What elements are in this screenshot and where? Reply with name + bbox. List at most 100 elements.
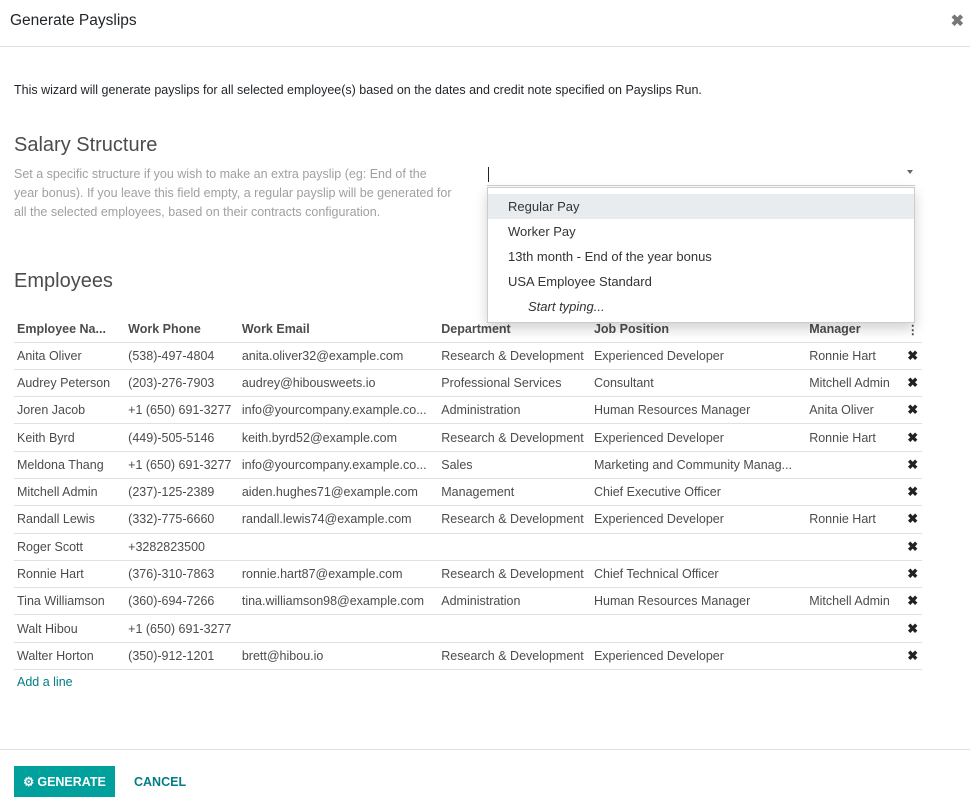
cell-department[interactable]: Research & Development [438,342,591,370]
cell-employee-name[interactable]: Roger Scott [14,533,126,561]
column-header-employee[interactable]: Employee Na... [14,317,126,343]
cell-department[interactable]: Research & Development [438,642,591,671]
close-icon[interactable]: ✖ [951,11,964,31]
cell-work-email[interactable]: audrey@hibousweets.io [238,369,439,398]
dropdown-arrow-icon[interactable] [907,170,913,174]
cell-employee-name[interactable]: Joren Jacob [14,396,126,425]
cell-department[interactable]: Sales [438,451,591,479]
cell-work-phone[interactable]: (332)-775-6660 [125,505,239,534]
cell-work-phone[interactable]: (449)-505-5146 [125,423,239,452]
cell-employee-name[interactable]: Walter Horton [14,642,126,671]
cell-manager[interactable]: Ronnie Hart [806,505,904,534]
cell-manager[interactable] [806,451,904,479]
cell-department[interactable]: Research & Development [438,560,591,589]
cell-manager[interactable] [806,560,904,589]
cell-manager[interactable]: Ronnie Hart [806,423,904,452]
cell-department[interactable]: Administration [438,587,591,616]
cell-job-position[interactable]: Chief Executive Officer [590,478,807,507]
cell-employee-name[interactable]: Anita Oliver [14,342,126,370]
cell-manager[interactable]: Mitchell Admin [806,587,904,616]
cell-work-phone[interactable]: (237)-125-2389 [125,478,239,507]
delete-row-icon[interactable]: ✖ [903,533,922,561]
cell-department[interactable]: Professional Services [438,369,591,398]
cell-work-phone[interactable]: (376)-310-7863 [125,560,239,589]
cell-work-email[interactable]: anita.oliver32@example.com [238,342,439,370]
cell-job-position[interactable]: Marketing and Community Manag... [590,451,807,479]
cell-job-position[interactable] [590,614,807,643]
cell-job-position[interactable]: Human Resources Manager [590,587,807,616]
cell-employee-name[interactable]: Ronnie Hart [14,560,126,589]
cell-work-email[interactable]: info@yourcompany.example.co... [238,451,439,479]
add-line-link[interactable]: Add a line [17,675,73,689]
cell-employee-name[interactable]: Keith Byrd [14,423,126,452]
cell-employee-name[interactable]: Audrey Peterson [14,369,126,398]
dropdown-option[interactable]: Regular Pay [488,194,914,219]
cell-department[interactable]: Administration [438,396,591,425]
generate-button[interactable]: ⚙ GENERATE [14,766,115,797]
delete-row-icon[interactable]: ✖ [903,614,922,643]
cell-manager[interactable]: Mitchell Admin [806,369,904,398]
cell-job-position[interactable]: Experienced Developer [590,342,807,370]
cell-work-phone[interactable]: (350)-912-1201 [125,642,239,671]
cell-work-email[interactable]: brett@hibou.io [238,642,439,671]
table-row[interactable]: Walter Horton (350)-912-1201 brett@hibou.i… [14,642,922,671]
cell-work-email[interactable] [238,614,439,643]
cell-manager[interactable] [806,642,904,671]
table-row[interactable]: Keith Byrd (449)-505-5146 keith.byrd52@exa… [14,423,922,452]
cell-job-position[interactable]: Experienced Developer [590,642,807,671]
delete-row-icon[interactable]: ✖ [903,342,922,370]
table-row[interactable]: Audrey Peterson (203)-276-7903 audrey@hibo… [14,369,922,398]
delete-row-icon[interactable]: ✖ [903,505,922,534]
delete-row-icon[interactable]: ✖ [903,587,922,616]
cell-work-email[interactable]: tina.williamson98@example.com [238,587,439,616]
table-row[interactable]: Anita Oliver (538)-497-4804 anita.oliver32… [14,342,922,370]
cell-manager[interactable]: Anita Oliver [806,396,904,425]
cell-employee-name[interactable]: Walt Hibou [14,614,126,643]
table-row[interactable]: Roger Scott +3282823500 ✖ [14,533,922,561]
cell-employee-name[interactable]: Mitchell Admin [14,478,126,507]
table-row[interactable]: Randall Lewis (332)-775-6660 randall.lewis… [14,505,922,534]
cell-manager[interactable] [806,478,904,507]
delete-row-icon[interactable]: ✖ [903,396,922,425]
cell-work-phone[interactable]: (203)-276-7903 [125,369,239,398]
column-header-email[interactable]: Work Email [238,317,439,343]
table-row[interactable]: Tina Williamson (360)-694-7266 tina.willia… [14,587,922,616]
cell-work-email[interactable]: randall.lewis74@example.com [238,505,439,534]
cell-job-position[interactable]: Experienced Developer [590,505,807,534]
cell-department[interactable]: Research & Development [438,505,591,534]
cell-department[interactable] [438,533,591,561]
column-header-phone[interactable]: Work Phone [125,317,239,343]
cell-job-position[interactable]: Chief Technical Officer [590,560,807,589]
cell-work-phone[interactable]: +1 (650) 691-3277 [125,396,239,425]
cell-employee-name[interactable]: Randall Lewis [14,505,126,534]
cell-job-position[interactable] [590,533,807,561]
cell-job-position[interactable]: Consultant [590,369,807,398]
dropdown-option[interactable]: USA Employee Standard [488,269,914,294]
delete-row-icon[interactable]: ✖ [903,423,922,452]
cell-manager[interactable] [806,533,904,561]
cell-department[interactable] [438,614,591,643]
delete-row-icon[interactable]: ✖ [903,642,922,671]
cell-department[interactable]: Research & Development [438,423,591,452]
cell-work-phone[interactable]: (538)-497-4804 [125,342,239,370]
cell-work-email[interactable]: aiden.hughes71@example.com [238,478,439,507]
cell-work-phone[interactable]: (360)-694-7266 [125,587,239,616]
cell-work-phone[interactable]: +3282823500 [125,533,239,561]
cell-manager[interactable] [806,614,904,643]
table-row[interactable]: Ronnie Hart (376)-310-7863 ronnie.hart87@e… [14,560,922,589]
dropdown-option[interactable]: 13th month - End of the year bonus [488,244,914,269]
delete-row-icon[interactable]: ✖ [903,451,922,479]
delete-row-icon[interactable]: ✖ [903,478,922,507]
delete-row-icon[interactable]: ✖ [903,369,922,398]
cell-work-phone[interactable]: +1 (650) 691-3277 [125,451,239,479]
cell-work-email[interactable]: ronnie.hart87@example.com [238,560,439,589]
cell-job-position[interactable]: Experienced Developer [590,423,807,452]
table-row[interactable]: Meldona Thang +1 (650) 691-3277 info@yourc… [14,451,922,479]
cell-department[interactable]: Management [438,478,591,507]
cell-job-position[interactable]: Human Resources Manager [590,396,807,425]
salary-structure-input[interactable] [487,165,915,186]
cell-work-email[interactable] [238,533,439,561]
delete-row-icon[interactable]: ✖ [903,560,922,589]
cell-employee-name[interactable]: Tina Williamson [14,587,126,616]
table-row[interactable]: Mitchell Admin (237)-125-2389 aiden.hughes… [14,478,922,507]
